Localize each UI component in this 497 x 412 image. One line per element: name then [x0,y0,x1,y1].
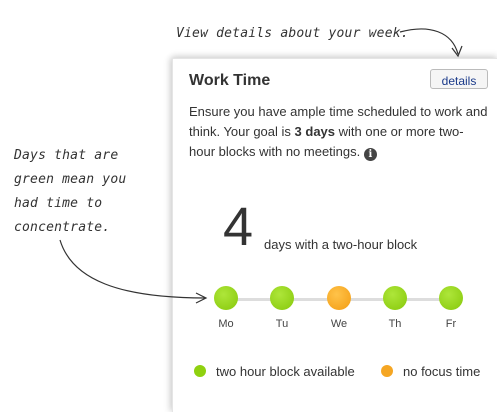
card-title: Work Time [189,72,271,89]
day-label: Tu [275,318,289,330]
day-friday: Fr [431,286,471,330]
info-icon[interactable]: i [363,148,377,161]
card-description: Ensure you have ample time scheduled to … [189,102,489,162]
legend-label: two hour block available [216,364,355,379]
day-count: 4 [223,197,254,257]
details-button[interactable]: details [430,69,488,89]
day-thursday: Th [375,286,415,330]
day-label: Fr [445,318,457,330]
annotation-view-details: View details about your week. [176,26,409,41]
status-dot [383,286,407,310]
legend-available: two hour block available [194,364,355,379]
arrowhead-icon [451,45,463,58]
annotation-line: concentrate. [14,220,111,235]
status-dot [439,286,463,310]
annotation-line: Days that are [14,148,119,163]
legend-label: no focus time [403,364,481,379]
green-dot-icon [194,365,206,377]
day-count-label: days with a two-hour block [264,237,418,252]
day-label: Mo [218,318,234,330]
annotation-green-days: Days that are green mean you had time to… [14,144,164,240]
status-dot [327,286,351,310]
day-tuesday: Tu [262,286,302,330]
day-monday: Mo [206,286,246,330]
annotation-line: had time to [14,196,103,211]
day-label: Th [388,318,402,330]
goal-value: 3 days [294,124,336,139]
status-dot [214,286,238,310]
day-wednesday: We [319,286,359,330]
work-time-card: Work Time details Ensure you have ample … [172,58,497,412]
orange-dot-icon [381,365,393,377]
status-dot [270,286,294,310]
day-label: We [330,318,348,330]
legend-no-focus: no focus time [381,364,480,379]
annotation-line: green mean you [14,172,127,187]
